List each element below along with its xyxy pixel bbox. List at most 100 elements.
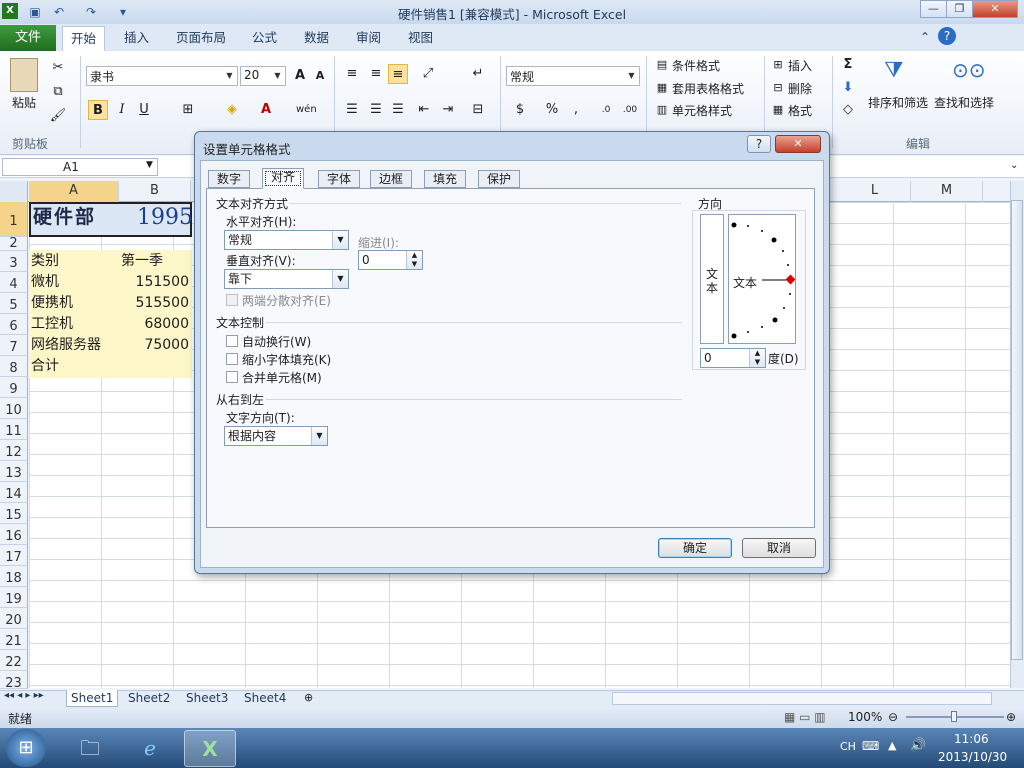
merge-cells-checkbox[interactable] xyxy=(226,371,238,383)
tab-file[interactable]: 文件 xyxy=(0,25,56,51)
chevron-down-icon[interactable]: ▼ xyxy=(146,160,153,170)
align-left-icon[interactable]: ☰ xyxy=(342,100,362,120)
sort-filter-button[interactable]: 排序和筛选 xyxy=(868,94,928,111)
cell-a8[interactable]: 合计 xyxy=(31,356,59,377)
row-header[interactable]: 7 xyxy=(0,335,28,356)
fill-icon[interactable]: ⬇ xyxy=(838,78,858,98)
shrink-to-fit-checkbox[interactable] xyxy=(226,353,238,365)
ie-icon[interactable]: e xyxy=(124,730,176,767)
underline-button[interactable]: U xyxy=(134,100,154,120)
cell-a4[interactable]: 微机 xyxy=(31,272,59,293)
row-header[interactable]: 21 xyxy=(0,629,28,650)
zoom-in-icon[interactable]: ⊕ xyxy=(1006,710,1016,724)
cell-a6[interactable]: 工控机 xyxy=(31,314,73,335)
paste-icon[interactable] xyxy=(10,58,38,92)
format-cells-button[interactable]: 格式 xyxy=(788,102,812,119)
row-header[interactable]: 6 xyxy=(0,314,28,335)
decrease-decimal-icon[interactable]: .00 xyxy=(620,100,640,120)
row-header[interactable]: 12 xyxy=(0,440,28,461)
dialog-close-button[interactable]: ✕ xyxy=(775,135,821,153)
paste-button[interactable]: 粘贴 xyxy=(12,94,36,111)
dialog-help-button[interactable]: ? xyxy=(747,135,771,153)
tab-insert[interactable]: 插入 xyxy=(116,26,157,51)
font-size-combo[interactable]: 20 ▼ xyxy=(240,66,286,86)
clear-icon[interactable]: ◇ xyxy=(838,100,858,120)
align-right-icon[interactable]: ☰ xyxy=(388,100,408,120)
increase-decimal-icon[interactable]: .0 xyxy=(596,100,616,120)
phonetic-icon[interactable]: wén xyxy=(296,100,317,120)
decrease-indent-icon[interactable]: ⇤ xyxy=(414,100,434,120)
font-name-combo[interactable]: 隶书 ▼ xyxy=(86,66,238,86)
tab-review[interactable]: 审阅 xyxy=(348,26,389,51)
zoom-slider-thumb[interactable] xyxy=(951,711,957,722)
tab-formulas[interactable]: 公式 xyxy=(244,26,285,51)
horizontal-scrollbar[interactable] xyxy=(612,692,992,705)
indent-spinner[interactable]: 0 ▲ ▼ xyxy=(358,250,423,270)
conditional-format-button[interactable]: 条件格式 xyxy=(672,57,720,74)
row-header[interactable]: 2 xyxy=(0,237,28,251)
cell-b5[interactable]: 515500 xyxy=(120,293,189,314)
help-icon[interactable]: ? xyxy=(938,27,956,45)
language-indicator[interactable]: CH xyxy=(840,740,856,753)
format-painter-icon[interactable]: 🖌 xyxy=(48,106,68,126)
number-format-combo[interactable]: 常规 ▼ xyxy=(506,66,640,86)
align-center-icon[interactable]: ☰ xyxy=(366,100,386,120)
justify-distributed-checkbox[interactable] xyxy=(226,294,238,306)
sheet-tab-2[interactable]: Sheet2 xyxy=(124,690,174,707)
row-header[interactable]: 17 xyxy=(0,545,28,566)
cell-b1[interactable]: 1995 xyxy=(137,207,193,229)
tab-page-layout[interactable]: 页面布局 xyxy=(168,26,234,51)
insert-cells-button[interactable]: 插入 xyxy=(788,57,812,74)
delete-cells-button[interactable]: 删除 xyxy=(788,80,812,97)
cut-icon[interactable]: ✂ xyxy=(48,58,68,78)
column-header-b[interactable]: B xyxy=(119,181,191,202)
tray-expand-icon[interactable]: ▲ xyxy=(888,739,896,752)
cell-a3[interactable]: 类别 xyxy=(31,251,59,272)
spinner-arrows-icon[interactable]: ▲ ▼ xyxy=(749,349,765,367)
align-bottom-icon[interactable]: ≡ xyxy=(388,64,408,84)
row-header[interactable]: 4 xyxy=(0,272,28,293)
autosum-icon[interactable]: Σ xyxy=(838,55,858,75)
excel-taskbar-icon[interactable]: X xyxy=(184,730,236,767)
name-box[interactable]: A1 xyxy=(2,158,158,176)
copy-icon[interactable]: ⧉ xyxy=(48,82,68,102)
tab-alignment[interactable]: 对齐 xyxy=(262,168,305,189)
row-header[interactable]: 23 xyxy=(0,671,28,691)
text-direction-select[interactable]: 根据内容 ▼ xyxy=(224,426,328,446)
row-header[interactable]: 10 xyxy=(0,398,28,419)
row-header[interactable]: 1 xyxy=(0,202,28,237)
tab-font[interactable]: 字体 xyxy=(318,170,361,188)
column-header-a[interactable]: A xyxy=(29,181,119,202)
minimize-button[interactable]: — xyxy=(920,0,947,18)
increase-indent-icon[interactable]: ⇥ xyxy=(438,100,458,120)
border-icon[interactable]: ⊞ xyxy=(178,100,198,120)
vertical-align-select[interactable]: 靠下 ▼ xyxy=(224,269,349,289)
fill-color-icon[interactable]: ◈ xyxy=(222,100,242,120)
row-header[interactable]: 18 xyxy=(0,566,28,587)
column-header-l[interactable]: L xyxy=(839,181,911,202)
ok-button[interactable]: 确定 xyxy=(658,538,732,558)
row-header[interactable]: 15 xyxy=(0,503,28,524)
align-middle-icon[interactable]: ≡ xyxy=(366,64,386,84)
volume-icon[interactable]: 🔊 xyxy=(910,738,926,753)
new-sheet-icon[interactable]: ⊕ xyxy=(304,691,313,704)
degrees-spinner[interactable]: 0 ▲ ▼ xyxy=(700,348,766,368)
percent-icon[interactable]: % xyxy=(542,100,562,120)
view-buttons-icon[interactable]: ▦ ▭ ▥ xyxy=(784,710,826,724)
grow-font-icon[interactable]: A xyxy=(290,66,310,86)
row-header[interactable]: 19 xyxy=(0,587,28,608)
row-header[interactable]: 14 xyxy=(0,482,28,503)
row-header[interactable]: 11 xyxy=(0,419,28,440)
sheet-tab-3[interactable]: Sheet3 xyxy=(182,690,232,707)
row-header[interactable]: 13 xyxy=(0,461,28,482)
row-header[interactable]: 3 xyxy=(0,251,28,272)
vertical-scroll-thumb[interactable] xyxy=(1011,200,1023,660)
row-header[interactable]: 9 xyxy=(0,377,28,398)
restore-button[interactable]: ❐ xyxy=(946,0,973,18)
cell-a1[interactable]: 硬件部 xyxy=(33,207,96,228)
row-header[interactable]: 16 xyxy=(0,524,28,545)
bold-button[interactable]: B xyxy=(88,100,108,120)
tab-border[interactable]: 边框 xyxy=(370,170,413,188)
cell-b4[interactable]: 151500 xyxy=(120,272,189,293)
start-button[interactable]: ⊞ xyxy=(6,729,46,767)
